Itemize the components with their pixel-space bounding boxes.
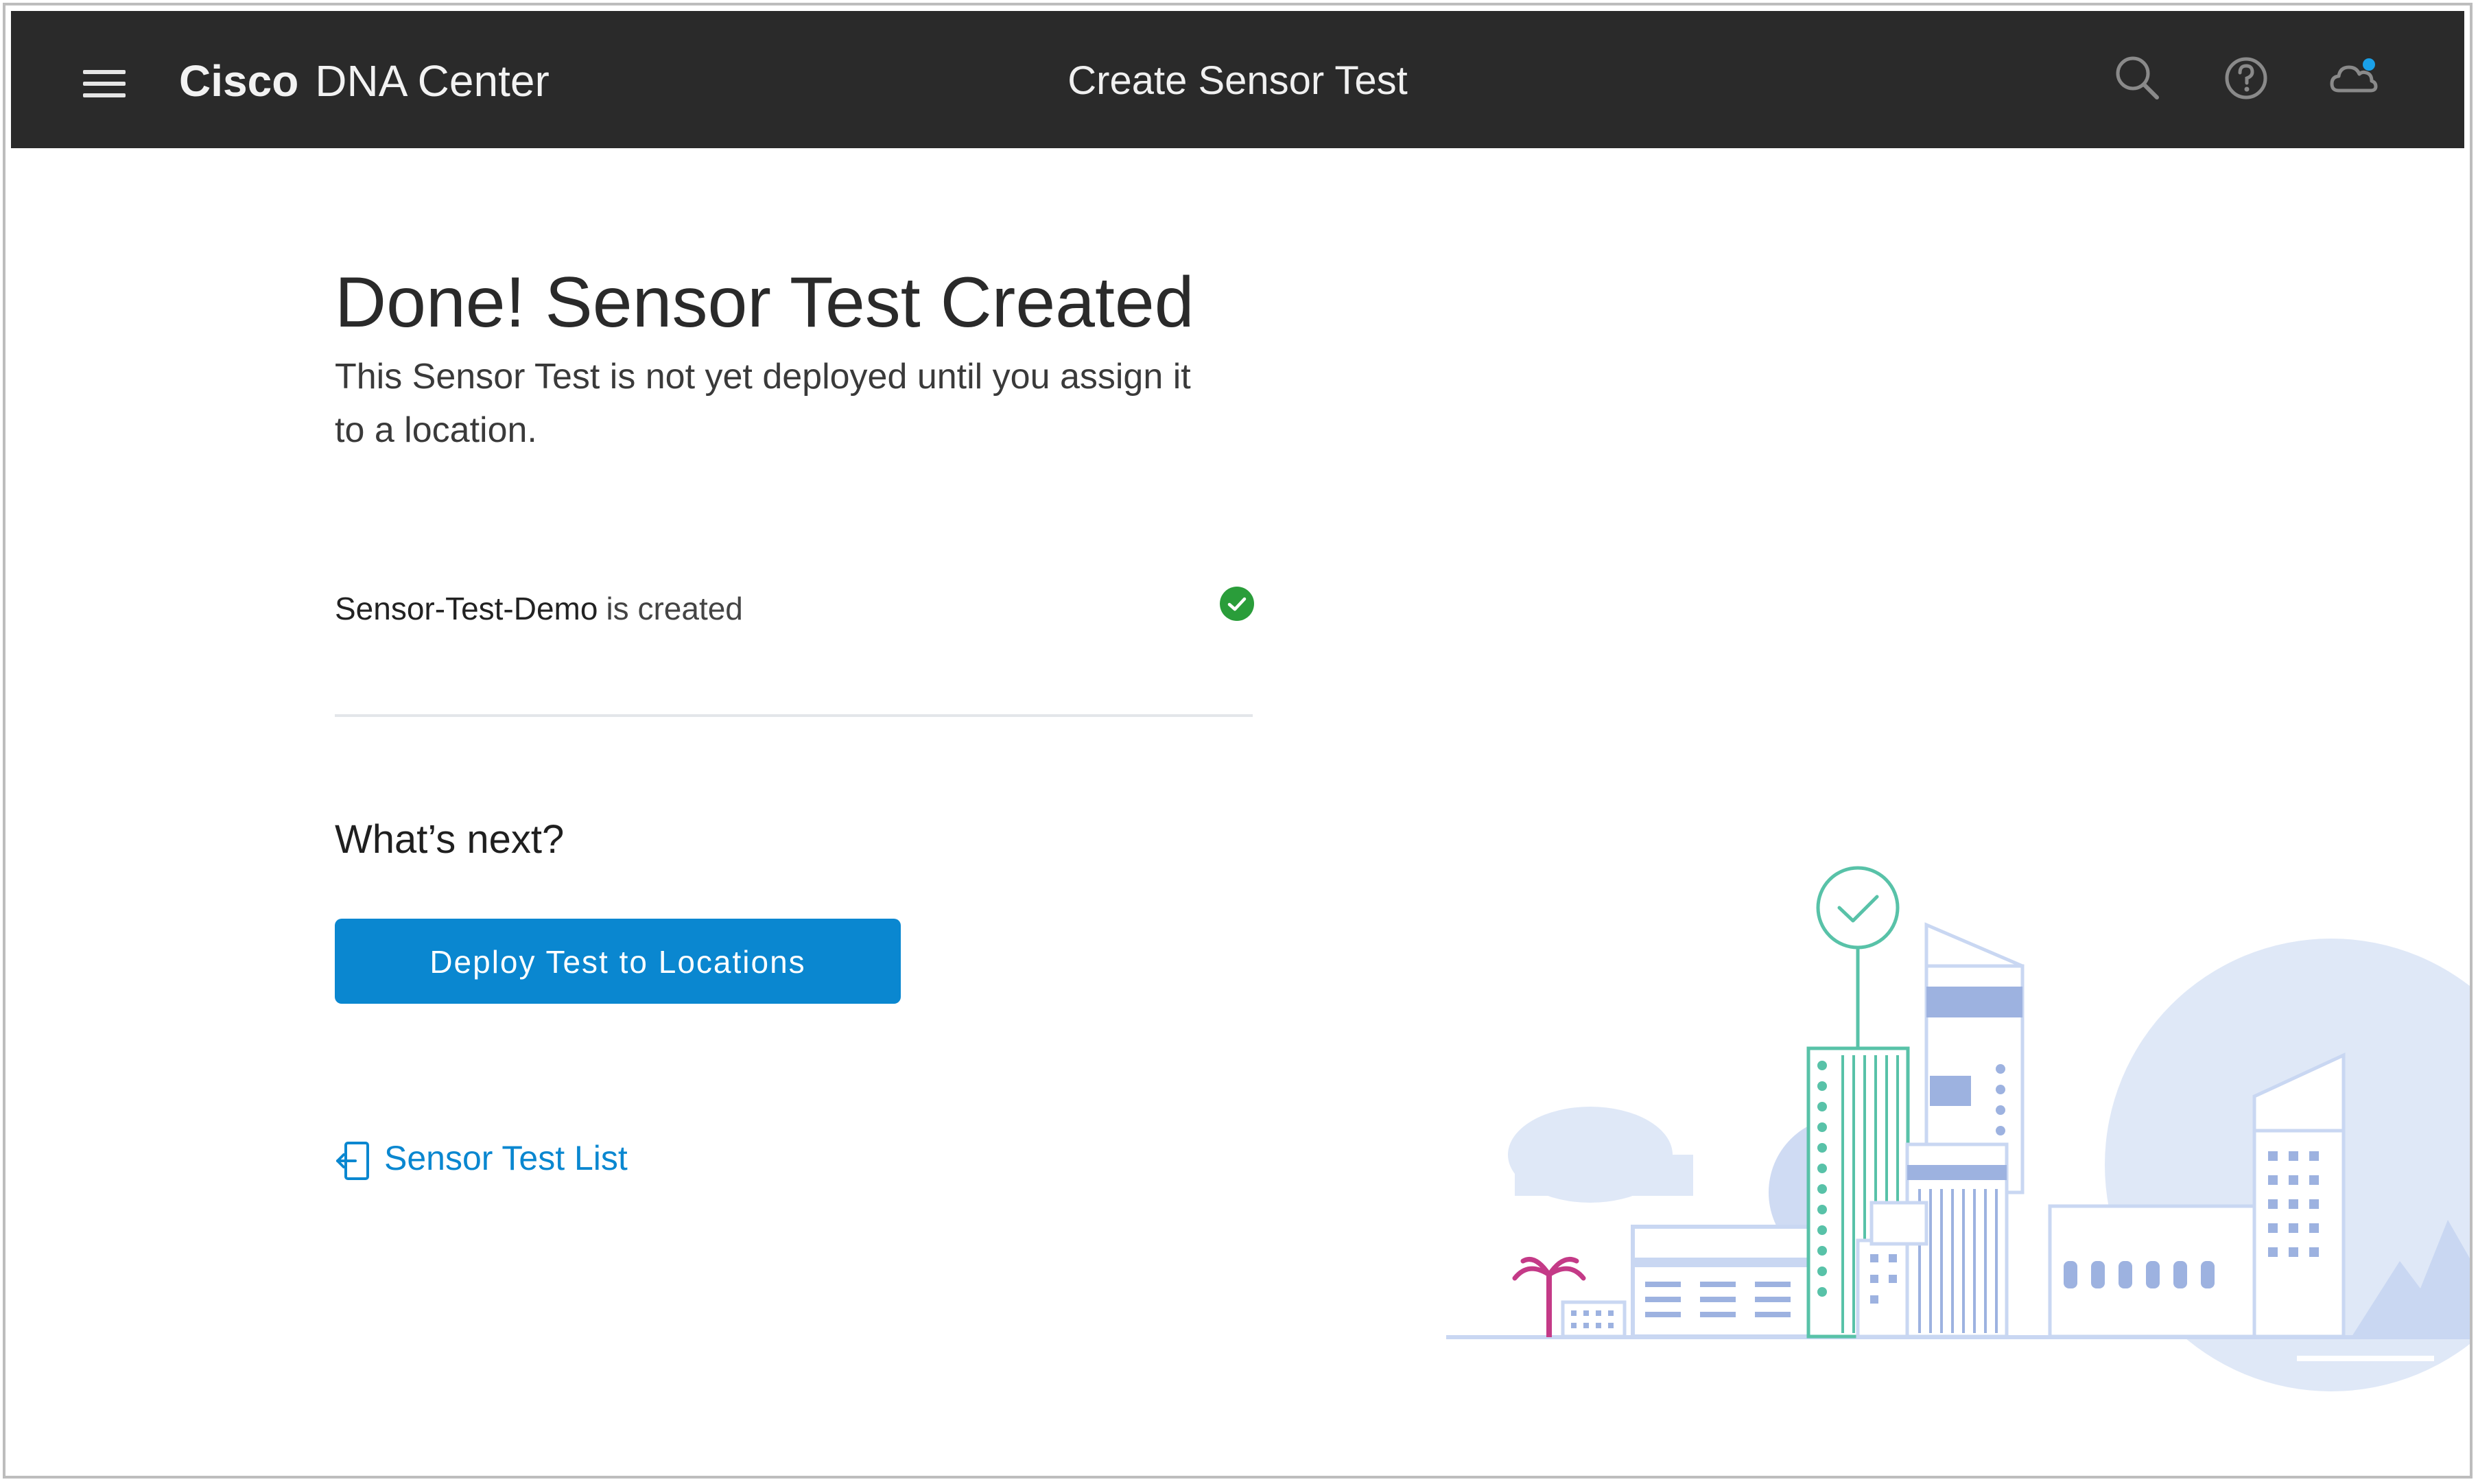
back-to-list-icon [336,1141,369,1180]
created-status-text: is created [606,591,743,626]
deploy-test-button[interactable]: Deploy Test to Locations [335,919,901,1004]
section-divider [335,714,1253,717]
app-window: Cisco DNA Center Create Sensor Test Done!… [3,3,2473,1479]
success-heading: Done! Sensor Test Created [335,263,1194,342]
help-icon[interactable] [2219,51,2274,106]
top-navigation-bar: Cisco DNA Center Create Sensor Test [11,11,2464,148]
cloud-icon[interactable] [2326,51,2381,106]
success-description: This Sensor Test is not yet deployed unt… [335,357,1191,450]
whats-next-heading: What’s next? [335,817,565,862]
page-title: Create Sensor Test [1067,58,1408,103]
check-circle-icon [1220,587,1254,621]
created-item-row: Sensor-Test-Demo is created [335,585,1254,633]
city-illustration [1446,866,2470,1391]
sensor-test-list-link[interactable]: Sensor Test List [335,1131,628,1186]
created-test-name: Sensor-Test-Demo [335,591,598,626]
search-icon[interactable] [2110,51,2165,106]
sensor-test-list-label: Sensor Test List [384,1139,628,1177]
